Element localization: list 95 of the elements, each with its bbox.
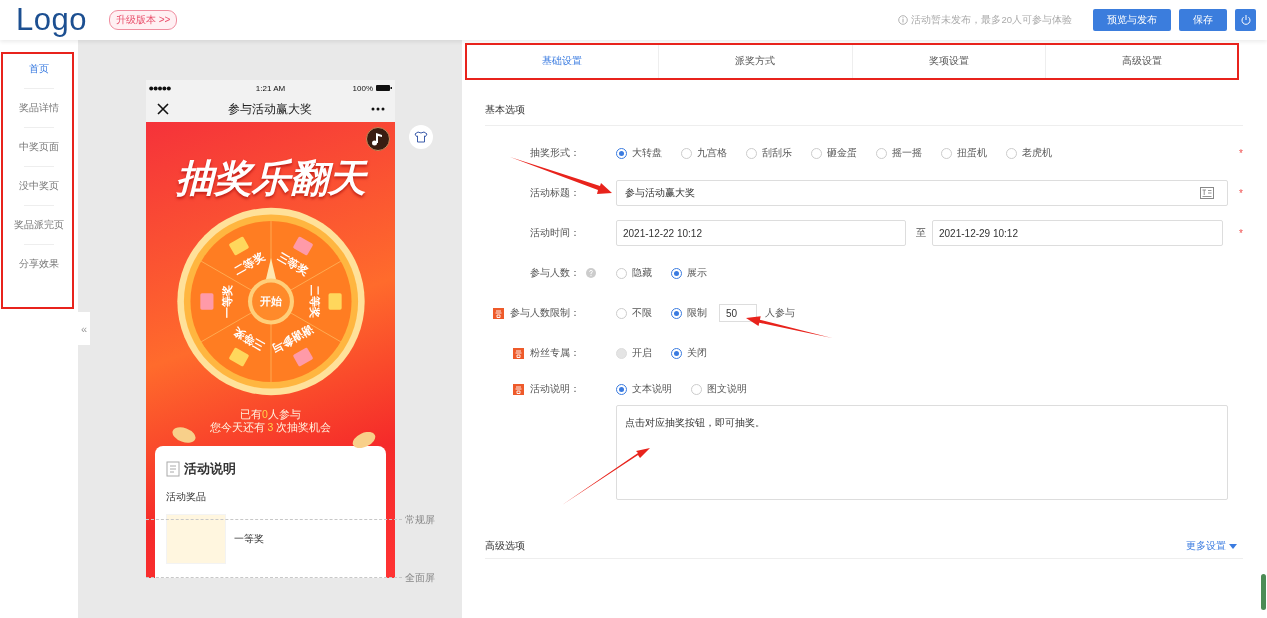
card-title: 活动说明 — [184, 460, 236, 478]
status-time: 1:21 AM — [254, 83, 287, 93]
option-label[interactable]: 摇一摇 — [892, 146, 922, 160]
sidebar-item[interactable]: 首页 — [29, 50, 49, 88]
option-label[interactable]: 限制 — [687, 306, 707, 320]
radio-button[interactable] — [616, 267, 627, 279]
option-label[interactable]: 关闭 — [687, 346, 707, 360]
option-label[interactable]: 老虎机 — [1022, 146, 1052, 160]
option-label[interactable]: 不限 — [632, 306, 652, 320]
field-label: 粉丝专属： — [530, 346, 580, 360]
option-label[interactable]: 砸金蛋 — [827, 146, 857, 160]
tab[interactable]: 高级设置 — [1044, 44, 1238, 78]
close-icon — [157, 103, 169, 115]
music-note-icon — [366, 127, 390, 151]
radio-button[interactable] — [691, 383, 702, 395]
start-date-input[interactable]: 2021-12-22 10:12 — [616, 220, 906, 246]
field-label: 参与人数： — [530, 266, 580, 280]
option-label[interactable]: 九宫格 — [697, 146, 727, 160]
sidebar-item[interactable]: 中奖页面 — [19, 128, 59, 166]
text-format-icon — [1200, 187, 1214, 199]
shirt-button[interactable] — [409, 125, 433, 149]
prize-label: 二等奖 — [231, 250, 266, 277]
field-label: 参与人数限制： — [510, 306, 580, 320]
limit-input[interactable]: 50 — [719, 304, 757, 322]
power-icon — [1239, 14, 1252, 26]
sidebar-item[interactable]: 奖品详情 — [19, 89, 59, 127]
card-subtitle: 活动奖品 — [166, 490, 207, 504]
option-label[interactable]: 刮刮乐 — [762, 146, 792, 160]
participants-text: 已有0人参与 — [240, 408, 301, 421]
signal-icon — [149, 85, 171, 91]
more-settings-link[interactable]: 更多设置 — [1186, 539, 1237, 553]
radio-button[interactable] — [876, 147, 887, 159]
option-label[interactable]: 文本说明 — [632, 382, 672, 396]
radio-button[interactable] — [671, 307, 682, 319]
power-button[interactable] — [1235, 9, 1256, 31]
option-label[interactable]: 大转盘 — [632, 146, 662, 160]
battery-percent: 100% — [352, 83, 373, 93]
option-label[interactable]: 图文说明 — [707, 382, 747, 396]
radio-button[interactable] — [616, 383, 627, 395]
radio-button[interactable] — [616, 147, 627, 159]
preview-publish-button[interactable]: 预览与发布 — [1093, 9, 1171, 31]
coin-icon — [171, 427, 197, 443]
sidebar-item[interactable]: 没中奖页 — [19, 167, 59, 205]
prize-label: 二等奖 — [308, 285, 321, 318]
page-title: 参与活动赢大奖 — [228, 100, 312, 118]
prize-label: 一等奖 — [220, 285, 233, 318]
document-icon — [166, 461, 180, 477]
section-title: 基本选项 — [485, 103, 525, 117]
info-icon — [898, 15, 909, 25]
sidebar-item[interactable]: 奖品派完页 — [14, 206, 64, 244]
prize-label: 谢谢参与 — [270, 323, 315, 356]
shirt-icon — [414, 131, 428, 143]
save-button[interactable]: 保存 — [1179, 9, 1227, 31]
field-label: 抽奖形式： — [530, 146, 580, 160]
notice-text: 活动暂未发布，最多20人可参与体验 — [911, 13, 1072, 27]
logo: Logo — [16, 1, 87, 39]
field-label: 活动说明： — [530, 382, 580, 396]
prize-name: 一等奖 — [234, 532, 264, 546]
radio-button[interactable] — [671, 347, 682, 359]
required-mark: * — [1239, 227, 1243, 239]
battery-icon — [376, 85, 392, 91]
prize-label: 三等奖 — [231, 326, 266, 353]
option-label[interactable]: 展示 — [687, 266, 707, 280]
prize-image-placeholder — [166, 514, 226, 564]
prize-label: 三等奖 — [275, 250, 310, 277]
radio-button[interactable] — [616, 307, 627, 319]
scrollbar-thumb[interactable] — [1261, 574, 1266, 610]
required-mark: * — [1239, 147, 1243, 159]
radio-button[interactable] — [681, 147, 692, 159]
coin-icon — [351, 432, 377, 448]
field-label: 活动时间： — [530, 226, 580, 240]
tab[interactable]: 派奖方式 — [658, 44, 852, 78]
radio-button[interactable] — [746, 147, 757, 159]
chances-text: 您今天还有 3 次抽奖机会 — [209, 421, 332, 434]
banner-title: 抽奖乐翻天 — [175, 156, 366, 200]
tab[interactable]: 基础设置 — [466, 44, 659, 78]
field-label: 活动标题： — [530, 186, 580, 200]
end-date-input[interactable]: 2021-12-29 10:12 — [932, 220, 1223, 246]
radio-button[interactable] — [1006, 147, 1017, 159]
screen-size-label: 全面屏 — [405, 571, 435, 585]
section-title: 高级选项 — [485, 539, 525, 553]
screen-size-label: 常规屏 — [405, 513, 435, 527]
option-label[interactable]: 隐藏 — [632, 266, 652, 280]
radio-button[interactable] — [811, 147, 822, 159]
range-separator: 至 — [916, 226, 926, 240]
more-icon — [371, 107, 385, 111]
radio-button[interactable] — [941, 147, 952, 159]
option-label[interactable]: 扭蛋机 — [957, 146, 987, 160]
required-mark: * — [1239, 187, 1243, 199]
title-input[interactable]: 参与活动赢大奖 — [616, 180, 1228, 206]
unit-label: 人参与 — [765, 306, 795, 320]
radio-button[interactable] — [671, 267, 682, 279]
sidebar-item[interactable]: 分享效果 — [19, 245, 59, 283]
tab[interactable]: 奖项设置 — [851, 44, 1045, 78]
description-textarea[interactable]: 点击对应抽奖按钮，即可抽奖。 — [616, 405, 1228, 500]
